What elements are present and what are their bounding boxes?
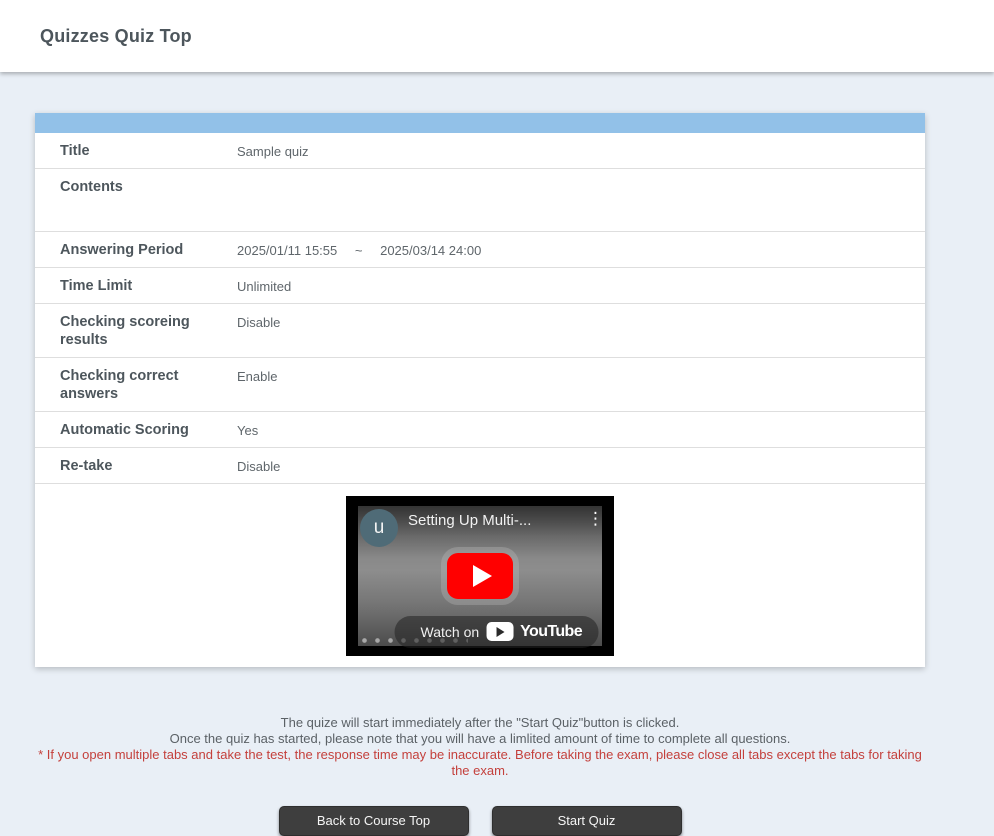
row-label: Re-take: [35, 457, 237, 475]
row-value: [237, 178, 925, 223]
action-buttons: Back to Course Top Start Quiz: [35, 806, 925, 836]
table-row-automatic-scoring: Automatic Scoring Yes: [35, 412, 925, 448]
youtube-logo-icon: [486, 622, 513, 641]
row-label: Time Limit: [35, 277, 237, 295]
row-label: Contents: [35, 178, 237, 223]
table-row-checking-correct-answers: Checking correct answers Enable: [35, 358, 925, 412]
channel-avatar[interactable]: u: [360, 509, 398, 547]
more-options-icon[interactable]: ⋮: [587, 510, 604, 527]
quiz-info-card: Title Sample quiz Contents Answering Per…: [35, 113, 925, 667]
play-button[interactable]: [447, 553, 513, 599]
youtube-embed[interactable]: u Setting Up Multi-... ⋮ Watch on YouTub…: [346, 496, 614, 656]
row-label: Automatic Scoring: [35, 421, 237, 439]
table-row-checking-scoring-results: Checking scoreing results Disable: [35, 304, 925, 358]
quiz-notice: The quize will start immediately after t…: [35, 715, 925, 779]
card-accent-bar: [35, 113, 925, 133]
row-value: Yes: [237, 421, 925, 439]
table-row-time-limit: Time Limit Unlimited: [35, 268, 925, 304]
period-start: 2025/01/11 15:55: [237, 243, 337, 258]
row-value: Enable: [237, 367, 925, 403]
row-value: 2025/01/11 15:55 ~ 2025/03/14 24:00: [237, 241, 925, 259]
page-header: Quizzes Quiz Top: [0, 0, 994, 72]
back-to-course-top-button[interactable]: Back to Course Top: [279, 806, 469, 836]
notice-line-1: The quize will start immediately after t…: [35, 715, 925, 731]
row-value: Sample quiz: [237, 142, 925, 160]
video-title[interactable]: Setting Up Multi-...: [408, 512, 558, 529]
period-end: 2025/03/14 24:00: [380, 243, 481, 258]
table-row-retake: Re-take Disable: [35, 448, 925, 484]
period-separator: ~: [355, 242, 363, 259]
row-value: Unlimited: [237, 277, 925, 295]
row-value: Disable: [237, 313, 925, 349]
table-row-title: Title Sample quiz: [35, 133, 925, 169]
watch-on-youtube-link[interactable]: Watch on YouTube: [395, 616, 599, 648]
notice-warning: * If you open multiple tabs and take the…: [35, 747, 925, 779]
row-label: Checking correct answers: [35, 367, 237, 403]
play-icon: [473, 565, 492, 587]
watch-on-label: Watch on: [421, 624, 480, 640]
table-row-answering-period: Answering Period 2025/01/11 15:55 ~ 2025…: [35, 232, 925, 268]
row-value: Disable: [237, 457, 925, 475]
row-label: Title: [35, 142, 237, 160]
youtube-logo-text: YouTube: [520, 623, 582, 641]
row-label: Answering Period: [35, 241, 237, 259]
row-label: Checking scoreing results: [35, 313, 237, 349]
table-row-contents: Contents: [35, 169, 925, 232]
table-row-video: u Setting Up Multi-... ⋮ Watch on YouTub…: [35, 484, 925, 667]
notice-line-2: Once the quiz has started, please note t…: [35, 731, 925, 747]
start-quiz-button[interactable]: Start Quiz: [492, 806, 682, 836]
page-title: Quizzes Quiz Top: [40, 26, 192, 47]
main-content: Title Sample quiz Contents Answering Per…: [0, 113, 994, 836]
